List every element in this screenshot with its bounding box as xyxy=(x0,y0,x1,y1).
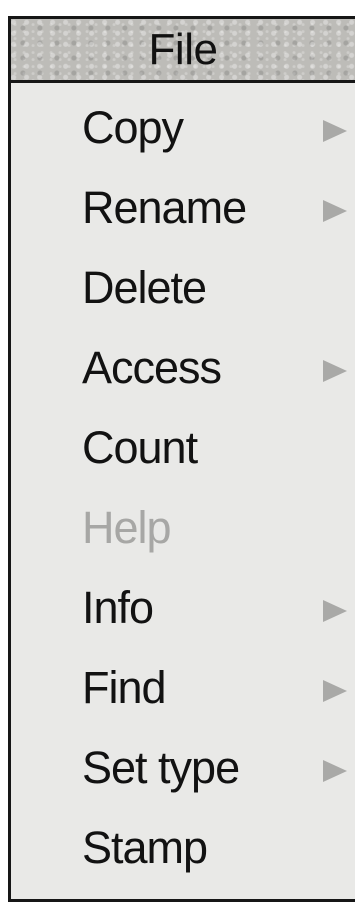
menu-item-set-type[interactable]: Set type xyxy=(11,731,355,811)
submenu-arrow-icon[interactable] xyxy=(323,600,347,622)
menu-item-label: Count xyxy=(82,422,198,473)
menu-item-copy[interactable]: Copy xyxy=(11,91,355,171)
menu-item-delete[interactable]: Delete xyxy=(11,251,355,331)
menu-item-label: Help xyxy=(82,502,172,553)
menu-items: Copy Rename Delete Access Count Help Inf… xyxy=(11,83,355,896)
menu-item-stamp[interactable]: Stamp xyxy=(11,811,355,891)
menu-item-info[interactable]: Info xyxy=(11,571,355,651)
menu-title-bar[interactable]: File xyxy=(11,19,355,83)
menu-item-find[interactable]: Find xyxy=(11,651,355,731)
menu-item-label: Access xyxy=(82,342,222,393)
menu-item-label: Rename xyxy=(82,182,247,233)
submenu-arrow-icon[interactable] xyxy=(323,680,347,702)
menu-item-access[interactable]: Access xyxy=(11,331,355,411)
menu-item-label: Copy xyxy=(82,102,184,153)
menu-item-label: Info xyxy=(82,582,154,633)
menu-item-label: Stamp xyxy=(82,822,208,873)
menu-item-count[interactable]: Count xyxy=(11,411,355,491)
menu-title: File xyxy=(148,24,218,74)
menu-item-help: Help xyxy=(11,491,355,571)
menu-item-label: Set type xyxy=(82,742,240,793)
submenu-arrow-icon[interactable] xyxy=(323,760,347,782)
submenu-arrow-icon[interactable] xyxy=(323,200,347,222)
file-menu: File Copy Rename Delete Access Count Hel… xyxy=(8,16,355,902)
menu-item-label: Delete xyxy=(82,262,207,313)
menu-item-rename[interactable]: Rename xyxy=(11,171,355,251)
menu-item-label: Find xyxy=(82,662,167,713)
submenu-arrow-icon[interactable] xyxy=(323,360,347,382)
submenu-arrow-icon[interactable] xyxy=(323,120,347,142)
